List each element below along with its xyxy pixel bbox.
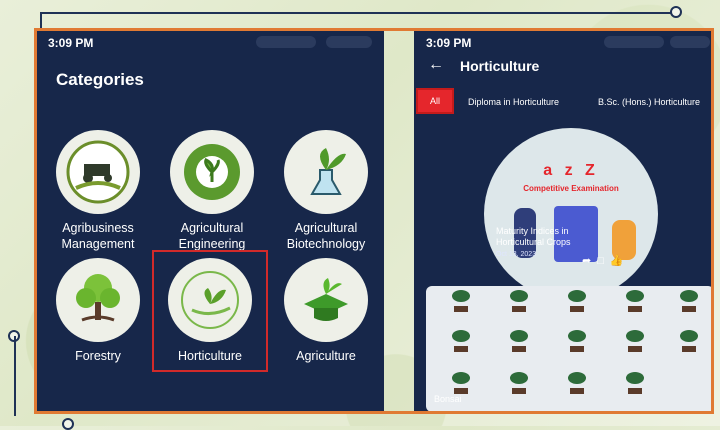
decor-node-bottom (62, 418, 74, 430)
decor-line-top (40, 12, 676, 14)
decor-node-top-right (670, 6, 682, 18)
highlight-frame (34, 28, 714, 414)
decor-line-bottom (14, 336, 16, 416)
